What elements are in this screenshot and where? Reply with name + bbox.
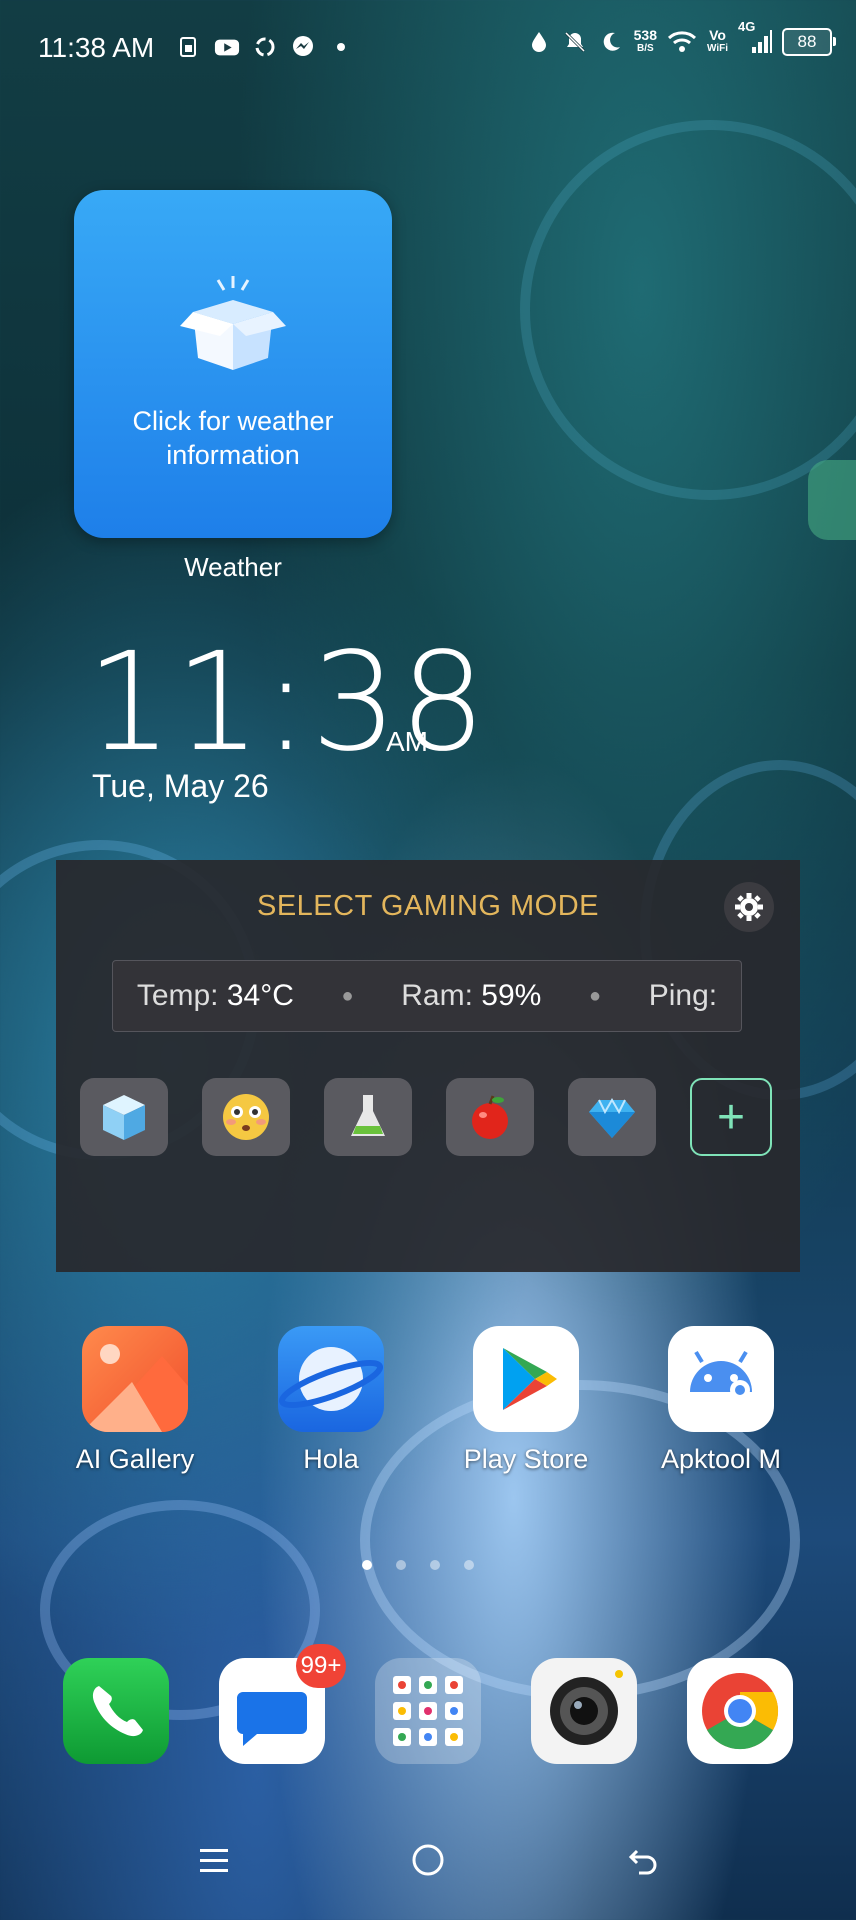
google-folder[interactable] [375, 1658, 481, 1764]
ping-label: Ping: [648, 979, 718, 1012]
menu-icon [200, 1849, 228, 1872]
ram-value: 59% [481, 979, 542, 1012]
weather-label: Weather [184, 552, 282, 582]
separator-dot: ● [341, 984, 354, 1007]
recents-button[interactable] [184, 1830, 244, 1890]
page-dot [430, 1560, 440, 1570]
phone-icon [92, 1686, 143, 1737]
status-time: 11:38 AM [38, 32, 155, 63]
plus-icon: + [716, 1090, 746, 1144]
mode-apple-button[interactable] [446, 1078, 534, 1156]
net-speed: 538 B/S [634, 28, 657, 56]
sync-icon [252, 34, 278, 60]
mode-flask-button[interactable] [324, 1078, 412, 1156]
gallery-icon [82, 1326, 188, 1432]
volte-top: Vo [709, 27, 726, 43]
phone-app[interactable] [63, 1658, 169, 1764]
chrome-icon [702, 1673, 779, 1750]
page-indicator[interactable] [362, 1560, 474, 1570]
notification-icons [176, 34, 354, 60]
google-folder-icon [393, 1676, 463, 1746]
app-label: Apktool M [660, 1444, 782, 1474]
ice-cube-icon [103, 1095, 145, 1140]
ram-label: Ram: [401, 979, 473, 1012]
status-bar: 11:38 AM 538 B/S Vo WiFi 4G 88 [0, 0, 856, 96]
wifi-icon [667, 29, 697, 55]
battery-indicator: 88 [782, 28, 836, 56]
gaming-mode-panel: SELECT GAMING MODE Temp: 34°C ● Ram: 59%… [56, 860, 800, 1272]
diamond-icon [589, 1098, 635, 1138]
sim-icon [176, 34, 202, 60]
drop-icon [526, 29, 552, 55]
app-label: AI Gallery [75, 1444, 195, 1474]
add-mode-button[interactable]: + [690, 1078, 772, 1156]
signal-icon: 4G [738, 19, 772, 55]
youtube-icon [214, 34, 240, 60]
navigation-bar [0, 1830, 856, 1900]
mute-icon [562, 29, 588, 55]
app-ai-gallery[interactable]: AI Gallery [50, 1326, 220, 1475]
gaming-title: SELECT GAMING MODE [256, 890, 600, 922]
camera-icon [550, 1670, 623, 1745]
mode-face-button[interactable] [202, 1078, 290, 1156]
system-icons: 538 B/S Vo WiFi 4G 88 [526, 19, 836, 56]
moon-icon [598, 29, 624, 55]
volte-bottom: WiFi [706, 43, 728, 54]
mode-ice-button[interactable] [80, 1078, 168, 1156]
separator-dot: ● [588, 984, 602, 1007]
net-speed-value: 538 [633, 27, 657, 43]
play-store-icon [473, 1326, 579, 1432]
gear-icon[interactable] [724, 882, 774, 932]
stats-bar: Temp: 34°C ● Ram: 59% ● Ping: [112, 960, 742, 1032]
flask-icon [351, 1095, 385, 1136]
messages-badge: 99+ [296, 1644, 346, 1688]
ram-stat: Ram: 59% [401, 979, 541, 1013]
messenger-icon [290, 34, 316, 60]
volte-wifi: Vo WiFi [707, 28, 728, 56]
temp-label: Temp: [136, 979, 219, 1012]
back-button[interactable] [614, 1830, 674, 1890]
page-dot [362, 1560, 372, 1570]
box-icon [180, 276, 286, 370]
app-play-store[interactable]: Play Store [441, 1326, 611, 1475]
temp-stat: Temp: 34°C [137, 979, 294, 1013]
mode-diamond-button[interactable] [568, 1078, 656, 1156]
weather-widget[interactable]: Click for weather information [74, 190, 392, 538]
browser-icon [278, 1326, 384, 1432]
more-dot-icon [328, 34, 354, 60]
weather-message: Click for weather information [132, 406, 334, 470]
app-apktool[interactable]: Apktool M [636, 1326, 806, 1475]
chrome-app[interactable] [687, 1658, 793, 1764]
back-icon [628, 1849, 657, 1875]
home-button[interactable] [398, 1830, 458, 1890]
net-speed-unit: B/S [636, 43, 654, 54]
temp-value: 34°C [226, 979, 294, 1012]
clock-date[interactable]: Tue, May 26 [92, 768, 269, 805]
app-hola[interactable]: Hola [246, 1326, 416, 1475]
edge-panel-handle[interactable] [808, 460, 856, 540]
camera-app[interactable] [531, 1658, 637, 1764]
page-dot [396, 1560, 406, 1570]
clock-ampm: AM [386, 726, 428, 757]
home-circle-icon [412, 1844, 444, 1876]
android-icon [668, 1326, 774, 1432]
flushed-face-icon [223, 1094, 269, 1140]
app-label: Play Store [463, 1444, 589, 1474]
network-type: 4G [738, 19, 756, 34]
gaming-modes: + [80, 1078, 772, 1156]
apple-icon [472, 1095, 508, 1139]
app-label: Hola [303, 1444, 359, 1474]
page-dot [464, 1560, 474, 1570]
